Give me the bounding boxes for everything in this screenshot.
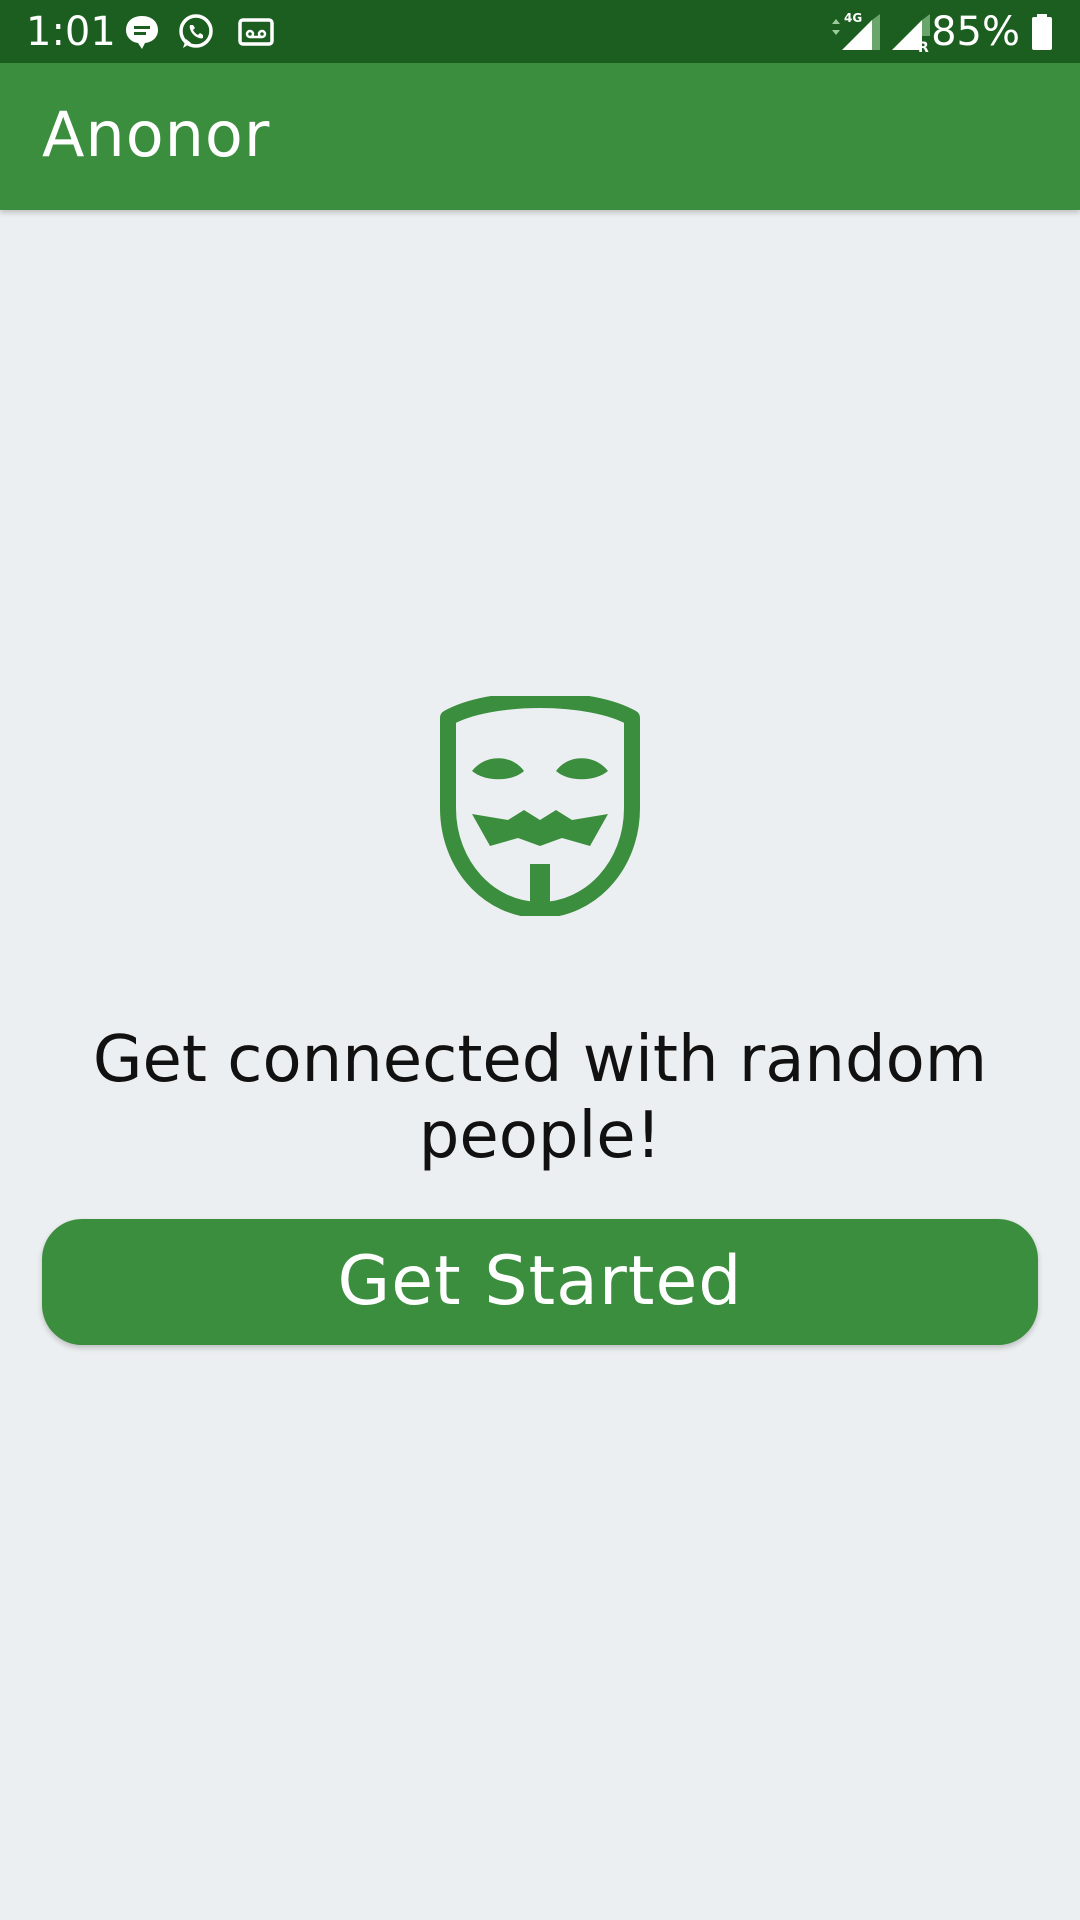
status-time: 1:01 [26,9,116,55]
network-type-label: 4G [844,11,862,25]
get-started-button[interactable]: Get Started [42,1219,1038,1345]
battery-icon [1032,14,1052,50]
chat-bubble-icon [126,16,158,49]
status-bar: 1:01 4G R 85% [0,0,1080,63]
signal-4g-icon: 4G [832,11,880,50]
get-started-label: Get Started [337,1242,743,1321]
app-title: Anonor [42,98,271,171]
whatsapp-icon [179,14,213,48]
anonymous-mask-icon [440,696,640,916]
tagline: Get connected with random people! [92,1023,988,1173]
app-bar: Anonor [0,63,1080,210]
battery-percent: 85% [931,9,1020,55]
voicemail-icon [238,18,274,46]
roaming-label: R [918,40,929,54]
